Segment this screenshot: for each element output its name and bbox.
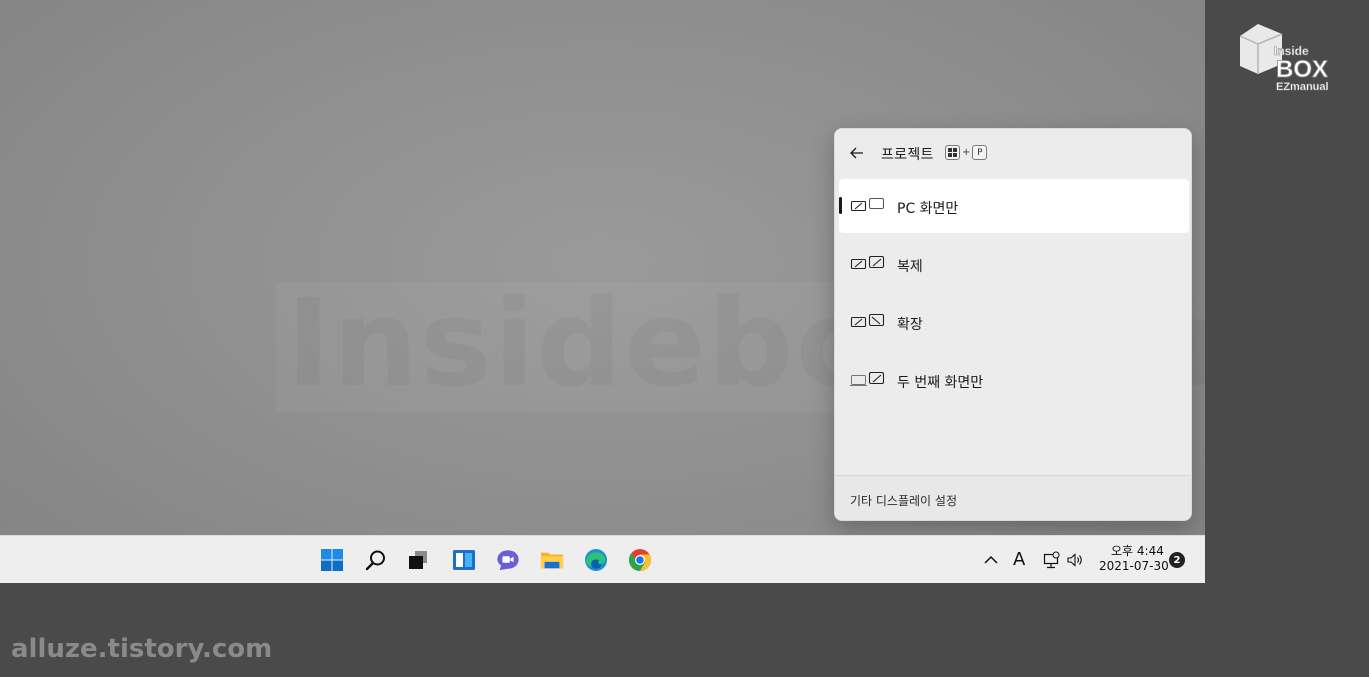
windows-key-icon [945,145,960,160]
shortcut-plus: + [962,147,971,158]
back-button[interactable] [845,141,869,165]
option-pc-screen-only[interactable]: PC 화면만 [839,179,1189,233]
other-display-settings-link[interactable]: 기타 디스플레이 설정 [850,492,957,509]
site-watermark: alluze.tistory.com [11,634,273,664]
search-icon[interactable] [364,548,388,572]
start-icon[interactable] [320,548,344,572]
option-extend[interactable]: 확장 [839,295,1189,349]
desktop: Insidebox EZmanual 프로젝트 + P [0,0,1205,583]
widgets-icon[interactable] [452,548,476,572]
option-second-screen-only[interactable]: 두 번째 화면만 [839,353,1189,407]
selected-indicator [839,197,842,214]
option-label: 확장 [897,317,923,333]
duplicate-icon [850,255,885,270]
file-explorer-icon[interactable] [540,548,564,572]
notification-badge[interactable]: 2 [1169,552,1185,568]
ime-indicator[interactable]: A [1013,549,1025,570]
insidebox-logo: Inside BOX EZmanual [1239,24,1329,93]
volume-icon[interactable] [1066,548,1084,572]
keyboard-shortcut: + P [945,145,988,160]
option-duplicate[interactable]: 복제 [839,237,1189,291]
task-view-icon[interactable] [406,548,430,572]
option-label: PC 화면만 [897,201,959,217]
clock-time[interactable]: 오후 4:44 [1111,542,1164,559]
extend-icon [850,313,885,328]
edge-icon[interactable] [584,548,608,572]
option-label: 복제 [897,259,923,275]
chevron-up-icon[interactable] [982,548,1000,572]
flyout-title: 프로젝트 [881,147,934,163]
pc-screen-only-icon [850,198,884,212]
logo-main-text: BOX [1276,56,1328,83]
project-flyout: 프로젝트 + P PC 화면만 복제 확장 두 번째 화면만 기타 디스플레이 … [834,128,1192,521]
flyout-footer: 기타 디스플레이 설정 [835,475,1191,520]
option-label: 두 번째 화면만 [897,375,984,391]
chat-icon[interactable] [496,548,520,572]
p-key: P [972,145,988,160]
network-icon[interactable] [1041,548,1061,572]
clock-date[interactable]: 2021-07-30 [1099,559,1169,573]
logo-sub-text: EZmanual [1276,81,1329,93]
flyout-header: 프로젝트 + P [835,129,1191,177]
arrow-left-icon [850,147,863,159]
chrome-icon[interactable] [628,548,652,572]
second-screen-only-icon [850,371,885,386]
taskbar: A 오후 4:44 2021-07-30 2 [0,535,1205,583]
